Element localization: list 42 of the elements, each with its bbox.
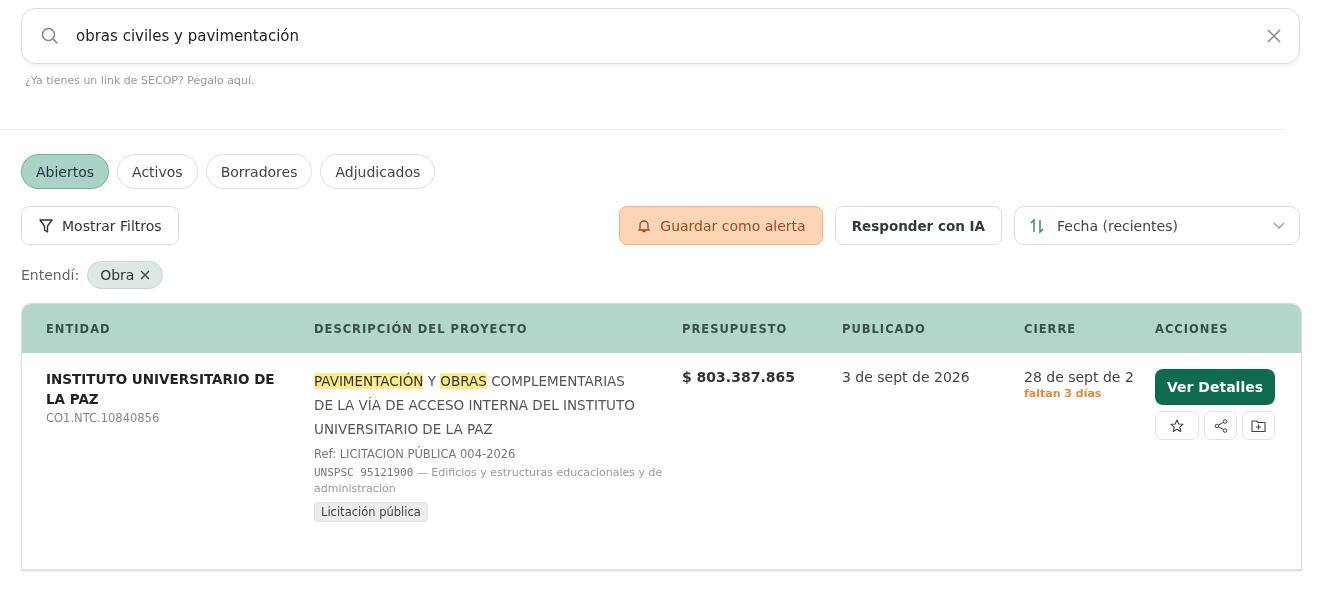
project-description: PAVIMENTACIÓN Y OBRAS COMPLEMENTARIAS DE LA VÍA DE ACCESO INTERNA DEL INSTITUTO UNIVERSITARIO DE LA PAZ (314, 371, 636, 439)
keyword-chip[interactable]: Obra (87, 261, 164, 289)
column-header: DESCRIPCIÓN DEL PROYECTO (314, 321, 529, 336)
favorite-button[interactable] (1155, 411, 1199, 440)
add-to-folder-button[interactable] (1242, 411, 1275, 440)
search-icon (40, 26, 60, 46)
search-field[interactable]: obras civiles y pavimentación (74, 26, 1253, 46)
budget-amount: $ 803.387.865 (682, 369, 796, 385)
column-header: PUBLICADO (842, 321, 927, 336)
column-header: PRESUPUESTO (682, 321, 789, 336)
chevron-down-icon (1273, 221, 1285, 230)
close-icon[interactable] (140, 270, 151, 280)
paste-link-hint: ¿Ya tienes un link de SECOP? Pégalo aquí. (25, 74, 256, 87)
share-button[interactable] (1204, 411, 1237, 440)
share-icon (1213, 418, 1228, 433)
procurement-type-tag: Licitación pública (314, 502, 428, 522)
star-icon (1170, 418, 1184, 433)
understood-label: Entendí: (21, 267, 80, 283)
closing-date: 28 de sept de 2 (1024, 369, 1135, 385)
folder-plus-icon (1251, 418, 1266, 433)
status-tab[interactable]: Abiertos (21, 154, 110, 189)
unspsc-text: UNSPSC 95121900 — Edificios y estructuras educacionales y de administración (314, 465, 664, 497)
status-tab[interactable]: Adjudicados (320, 154, 436, 189)
filter-icon (38, 217, 54, 234)
remaining-days: faltan 3 días (1024, 387, 1139, 400)
column-header: CIERRE (1024, 321, 1078, 336)
ai-answer-button[interactable]: Responder con IA (834, 206, 1002, 245)
published-date: 3 de sept de 2026 (842, 369, 971, 385)
column-header: ENTIDAD (46, 321, 112, 336)
status-tab[interactable]: Borradores (205, 154, 313, 189)
sort-icon (1029, 217, 1045, 234)
close-icon[interactable] (1267, 29, 1281, 43)
status-tab[interactable]: Activos (117, 154, 198, 189)
save-alert-button[interactable]: Guardar como alerta (619, 206, 823, 245)
search-bar[interactable]: obras civiles y pavimentación (21, 8, 1300, 64)
entity-name: INSTITUTO UNIVERSITARIO DE LA PAZ (46, 370, 276, 409)
view-details-button[interactable]: Ver Detalles (1155, 369, 1275, 405)
column-header: ACCIONES (1155, 321, 1230, 336)
sort-select[interactable]: Fecha (recientes) (1014, 206, 1300, 245)
reference-text: Ref: LICITACION PÚBLICA 004-2026 (314, 447, 517, 461)
show-filters-button[interactable]: Mostrar Filtros (21, 206, 179, 245)
process-code: CO1.NTC.10840856 (46, 411, 161, 425)
